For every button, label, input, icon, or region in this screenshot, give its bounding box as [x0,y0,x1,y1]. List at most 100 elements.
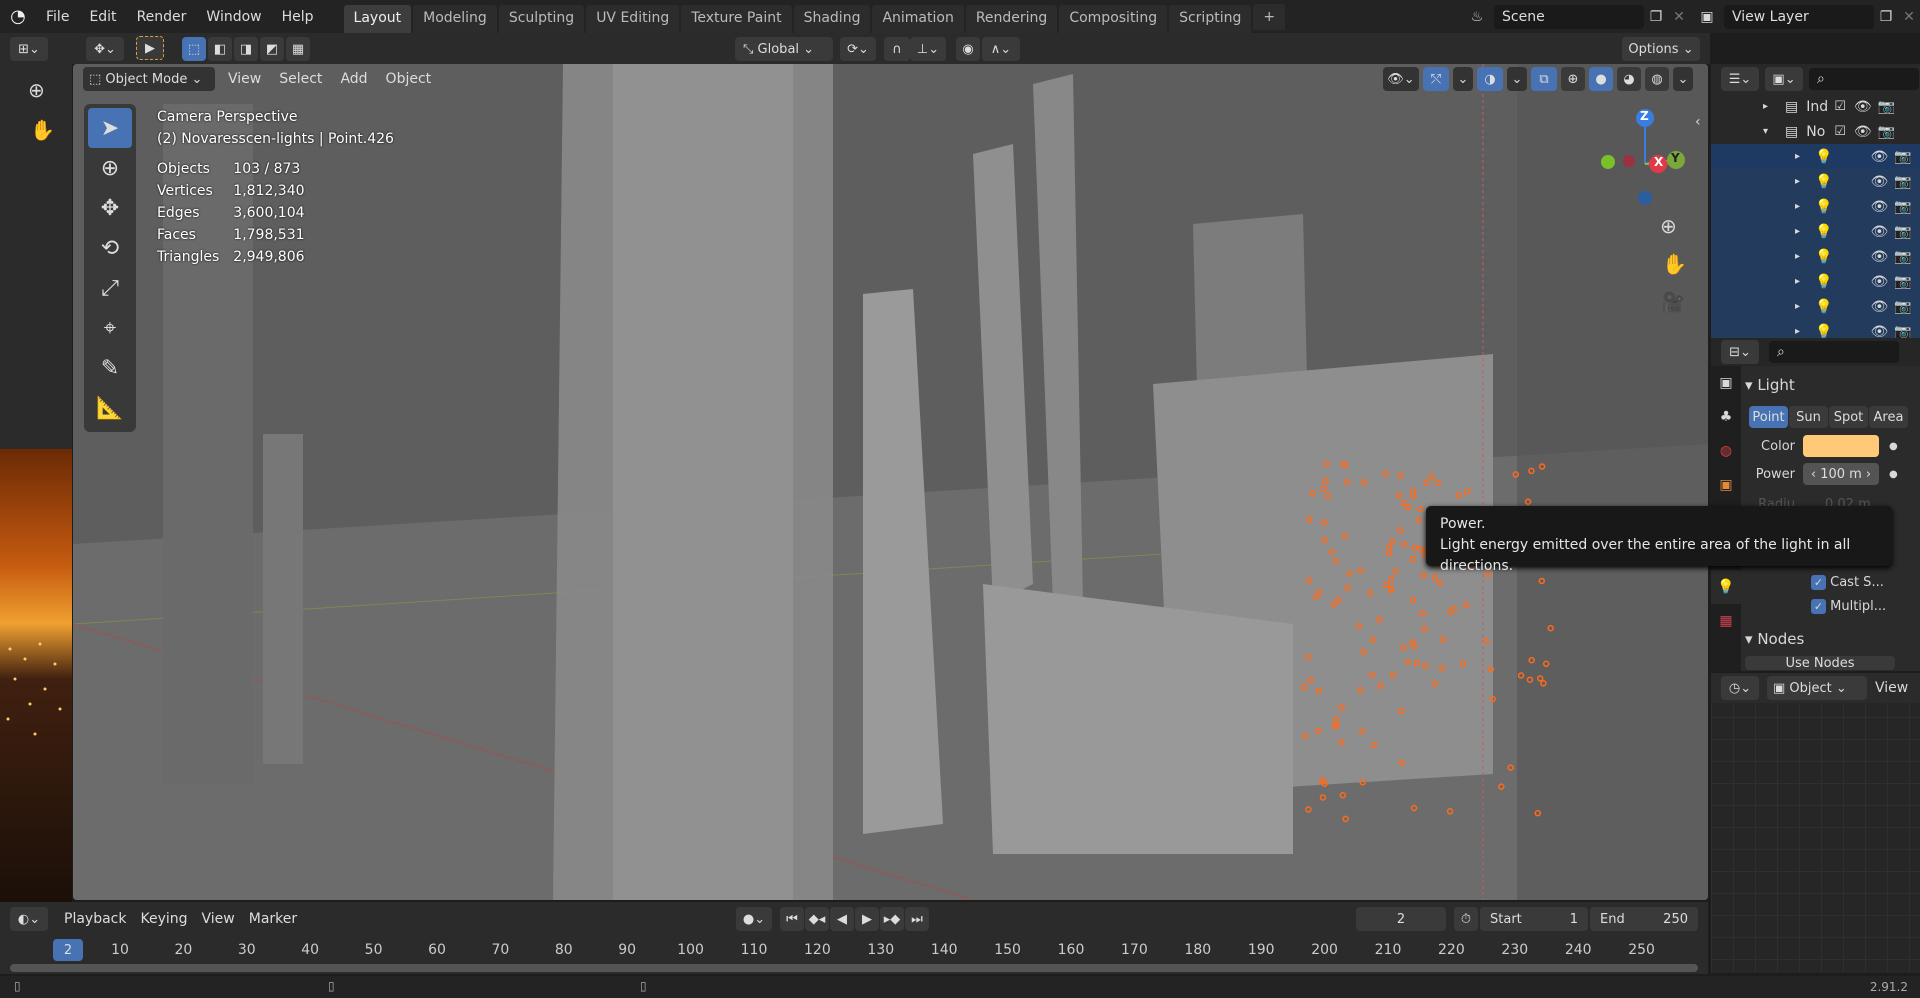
transform-tool-icon[interactable]: ⌖ [88,308,132,348]
solid-shading-icon[interactable]: ● [1589,67,1613,91]
light-panel-header[interactable]: ▾ Light [1745,370,1917,400]
outliner-row-light[interactable]: ▸ 💡 👁 📷 [1711,194,1920,219]
camera-icon[interactable]: 📷 [1894,199,1911,215]
pan-view-icon[interactable]: ✋ [1662,252,1687,276]
gizmo-toggle-icon[interactable]: ⤲ [1423,67,1449,91]
expand-arrow-icon[interactable]: ▸ [1795,201,1809,212]
transform-pivot-button[interactable]: ✥⌄ [86,37,124,61]
sidebar-toggle-icon[interactable]: ‹ [1695,114,1701,130]
viewport-menu-object[interactable]: Object [377,71,441,87]
editor-type-button[interactable]: ⊞⌄ [10,37,48,61]
camera-icon[interactable]: 📷 [1894,299,1911,315]
world-tab-icon[interactable]: ◍ [1711,434,1741,468]
camera-icon[interactable]: 📷 [1894,249,1911,265]
checkbox-icon[interactable]: ☑ [1834,99,1846,114]
add-workspace-button[interactable]: + [1253,3,1286,30]
expand-arrow-icon[interactable]: ▸ [1795,151,1809,162]
navigation-gizmo[interactable]: Z X Y [1583,104,1693,224]
expand-arrow-icon[interactable]: ▸ [1795,251,1809,262]
outliner-row-light[interactable]: ▸ 💡 👁 📷 [1711,244,1920,269]
pivot-point-button[interactable]: ⟳⌄ [840,37,876,61]
properties-search[interactable]: ⌕ [1769,341,1899,363]
zoom-icon[interactable]: ⊕ [28,78,45,102]
properties-editor-type-icon[interactable]: ⊟⌄ [1721,340,1759,364]
eye-icon[interactable]: 👁 [1854,99,1872,115]
render-tab-icon[interactable]: ▣ [1711,366,1741,400]
snap-target-button[interactable]: ⊥⌄ [910,37,946,61]
scale-tool-icon[interactable]: ⤢ [88,268,132,308]
light-type-spot[interactable]: Spot [1829,406,1868,428]
menu-file[interactable]: File [36,9,79,25]
view-layer-field[interactable]: View Layer [1724,4,1874,29]
outliner-row-collection[interactable]: ▸ ▤ Ind ☑ 👁 📷 [1711,94,1920,119]
cursor-tool-icon[interactable]: ⊕ [88,148,132,188]
texture-tab-icon[interactable]: ▦ [1711,604,1741,638]
viewport-menu-select[interactable]: Select [270,71,331,87]
camera-view-icon[interactable]: 🎥 [1660,290,1685,314]
select-subtract-icon[interactable]: ◨ [234,37,258,61]
object-tab-icon[interactable]: ▣ [1711,468,1741,502]
expand-arrow-icon[interactable]: ▸ [1763,101,1777,112]
new-view-layer-icon[interactable]: ❐ [1874,9,1898,25]
nodes-panel-header[interactable]: ▾ Nodes [1745,622,1917,656]
frame-ruler[interactable]: 2 10 20 30 40 50 60 70 80 90 100 110 120 130 140 150 16… [0,902,1708,964]
tab-layout[interactable]: Layout [343,5,412,33]
tab-texture-paint[interactable]: Texture Paint [681,5,792,33]
outliner-row-collection[interactable]: ▾ ▤ No ☑ 👁 📷 [1711,119,1920,144]
rendered-shading-icon[interactable]: ◍ [1645,67,1669,91]
collapse-arrow-icon[interactable]: ▾ [1763,126,1777,137]
animate-power-dot[interactable]: ● [1889,469,1898,480]
orientation-dropdown[interactable]: ⤡ Global ⌄ [735,37,833,61]
menu-help[interactable]: Help [272,9,324,25]
power-field[interactable]: ‹ 100 m › [1803,463,1879,485]
viewport-menu-view[interactable]: View [219,71,270,87]
outliner-row-light[interactable]: ▸ 💡 👁 📷 [1711,219,1920,244]
menu-window[interactable]: Window [196,9,271,25]
pan-hand-icon[interactable]: ✋ [30,118,55,142]
wireframe-shading-icon[interactable]: ⊕ [1561,67,1585,91]
expand-arrow-icon[interactable]: ▸ [1795,301,1809,312]
select-invert-icon[interactable]: ◩ [260,37,284,61]
outliner-row-light[interactable]: ▸ 💡 👁 📷 [1711,269,1920,294]
tab-uv-editing[interactable]: UV Editing [586,5,680,33]
viewport-menu-add[interactable]: Add [331,71,376,87]
xray-toggle-icon[interactable]: ⧉ [1531,67,1557,91]
tab-compositing[interactable]: Compositing [1059,5,1168,33]
select-extend-icon[interactable]: ◧ [208,37,232,61]
expand-arrow-icon[interactable]: ▸ [1795,226,1809,237]
camera-icon[interactable]: 📷 [1894,149,1911,165]
shader-view-menu[interactable]: View [1875,680,1908,696]
expand-arrow-icon[interactable]: ▸ [1795,176,1809,187]
menu-edit[interactable]: Edit [79,9,126,25]
eye-icon[interactable]: 👁 [1870,224,1888,240]
proportional-edit-toggle[interactable]: ◉ [956,37,980,61]
shader-type-dropdown[interactable]: ▣ Object ⌄ [1767,676,1867,700]
tab-animation[interactable]: Animation [872,5,964,33]
tab-shading[interactable]: Shading [793,5,871,33]
scene-field[interactable]: Scene [1494,4,1644,29]
overlay-dropdown[interactable]: ⌄ [1507,67,1527,91]
light-type-area[interactable]: Area [1869,406,1908,428]
eye-icon[interactable]: 👁 [1870,274,1888,290]
visibility-icon[interactable]: 👁⌄ [1383,67,1419,91]
tab-rendering[interactable]: Rendering [965,5,1058,33]
delete-scene-icon[interactable]: ✕ [1668,9,1690,25]
animate-color-dot[interactable]: ● [1889,441,1898,452]
tab-modeling[interactable]: Modeling [413,5,497,33]
proportional-falloff-button[interactable]: ∧⌄ [982,37,1020,61]
select-box-tool-icon[interactable]: ➤ [88,108,132,148]
expand-arrow-icon[interactable]: ▸ [1795,326,1809,337]
view-layer-icon[interactable]: ▣ [1690,9,1724,25]
checkbox-icon[interactable]: ☑ [1834,124,1846,139]
multiple-importance-checkbox[interactable]: ✓ Multipl... [1811,594,1917,618]
menu-render[interactable]: Render [127,9,197,25]
select-mode-buttons[interactable]: ⬚ ◧ ◨ ◩ ▦ [182,37,310,61]
scene-icon[interactable]: ♨ [1460,9,1494,25]
outliner-search[interactable]: ⌕ [1809,68,1919,90]
material-shading-icon[interactable]: ◕ [1617,67,1641,91]
expand-arrow-icon[interactable]: ▸ [1795,276,1809,287]
delete-view-layer-icon[interactable]: ✕ [1898,9,1920,25]
tab-sculpting[interactable]: Sculpting [498,5,585,33]
zoom-view-icon[interactable]: ⊕ [1660,214,1677,238]
outliner-row-light[interactable]: ▸ 💡 👁 📷 [1711,294,1920,319]
